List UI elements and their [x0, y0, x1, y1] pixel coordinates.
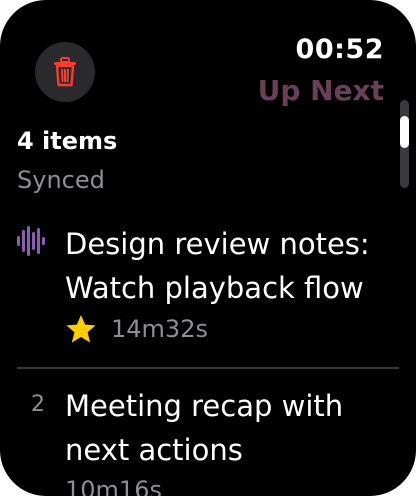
item-count: 4 items: [17, 127, 118, 155]
trash-icon: [52, 57, 78, 87]
page-title: Up Next: [257, 74, 384, 107]
scroll-indicator[interactable]: [400, 100, 409, 188]
star-icon: [65, 314, 97, 344]
item-meta: 10m16s: [65, 476, 162, 496]
item-title: Design review notes: Watch playback flow: [65, 227, 370, 305]
delete-button[interactable]: [35, 42, 95, 102]
watch-screen: 00:52 Up Next 4 items Synced Design revi…: [0, 0, 416, 496]
sync-status: Synced: [17, 166, 105, 194]
item-duration: 14m32s: [111, 315, 208, 343]
waveform-icon: [17, 224, 45, 262]
list-divider: [17, 367, 399, 369]
item-duration: 10m16s: [65, 476, 162, 496]
item-meta: 14m32s: [65, 314, 208, 344]
item-index: 2: [31, 392, 45, 417]
clock-time: 00:52: [295, 34, 384, 65]
scroll-thumb[interactable]: [400, 116, 409, 148]
item-title: Meeting recap with next actions: [65, 389, 344, 467]
